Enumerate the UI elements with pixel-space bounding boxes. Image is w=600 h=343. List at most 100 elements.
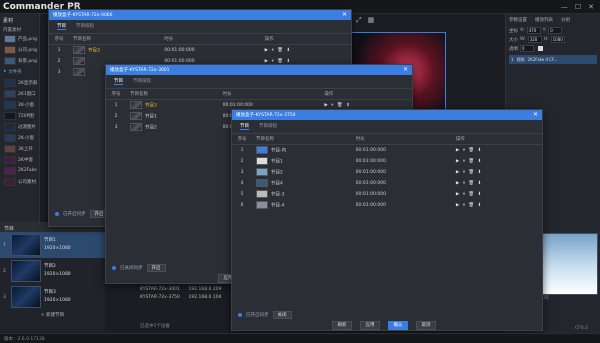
window-title-bar[interactable]: 播放盒子-KYSTAR-72x-3001 ✕: [106, 65, 412, 75]
tab-programs[interactable]: 节目: [114, 78, 123, 85]
thumbnail: [4, 155, 16, 164]
status-dot-icon: [112, 266, 116, 270]
window-title-bar[interactable]: 播放盒子-KYSTAR-72x-0066 ✕: [49, 10, 351, 20]
status-dot-icon: [55, 212, 59, 216]
status-bar: 版本：2.6.0.17138: [0, 333, 600, 343]
row-actions[interactable]: ▶ ⏸ 🗑 ⬇: [452, 145, 542, 156]
apply-button[interactable]: 应用: [360, 321, 380, 330]
thumbnail: [4, 45, 16, 54]
media-item[interactable]: 过渡图片: [0, 121, 39, 132]
thumbnail: [4, 177, 16, 186]
confirm-button[interactable]: 确认: [388, 321, 408, 330]
table-row[interactable]: 5 节目-3 00:01:00:000 ▶ ⏸ 🗑 ⬇: [232, 189, 542, 200]
media-panel-title: 素材: [3, 18, 14, 24]
maximize-icon[interactable]: ☐: [575, 3, 581, 11]
table-row[interactable]: 4 节目4 00:01:00:000 ▶ ⏸ 🗑 ⬇: [232, 178, 542, 189]
media-item[interactable]: 2K1窗口: [0, 88, 39, 99]
size-field: 大小 W: 320 H: 1080: [509, 36, 565, 43]
preview-caption: 25: [543, 296, 549, 301]
tab-schedule[interactable]: 节目排程: [76, 23, 94, 30]
thumbnail: [4, 56, 16, 65]
tab-params[interactable]: 参数设置: [509, 17, 527, 23]
device-row[interactable]: KYSTAR-72x-3750 192.168.0.104: [140, 294, 221, 302]
tab-schedule[interactable]: 节目排程: [133, 78, 151, 85]
media-item[interactable]: 产品.png: [0, 33, 39, 44]
close-icon[interactable]: ✕: [533, 112, 538, 118]
row-actions[interactable]: ▶ ⏸ 🗑 ⬇: [452, 167, 542, 178]
refresh-button[interactable]: 刷新: [332, 321, 352, 330]
table-row[interactable]: 1 节目3 00:01:00:000 ▶ ⏸ 🗑 ⬇: [49, 45, 351, 56]
program-thumbnail: [11, 260, 41, 282]
program-item[interactable]: 2 节目2 1920×1080: [0, 258, 105, 284]
thumbnail: [4, 78, 16, 87]
window-title-bar[interactable]: 播放盒子-KYSTAR-72x-3750 ✕: [232, 110, 542, 120]
output-preview: [540, 233, 598, 295]
table-row[interactable]: 6 节目-4 00:01:00:000 ▶ ⏸ 🗑 ⬇: [232, 200, 542, 211]
media-panel: 素材 内置素材 产品.png 公司.png 背景.png ▸ 文件夹 2K显示屏 …: [0, 14, 40, 222]
height-input[interactable]: 1080: [550, 36, 565, 43]
table-row[interactable]: 2节目100:01:00:000▶ ⏸ 🗑 ⬇: [232, 156, 542, 167]
opacity-input[interactable]: 0: [520, 45, 534, 52]
checkbox-icon[interactable]: [538, 46, 543, 51]
grid-icon[interactable]: ▦: [368, 16, 375, 25]
program-thumbnail: [11, 286, 41, 308]
device-list: KYSTAR-72x-3001 192.168.0.209 KYSTAR-72x…: [140, 286, 221, 302]
thumbnail: [4, 166, 16, 175]
window-tabs: 节目 节目排程: [106, 75, 412, 89]
thumbnail: [4, 34, 16, 43]
preview-caption-2: CF0.0: [575, 326, 588, 331]
tab-programs[interactable]: 节目: [57, 23, 66, 30]
media-item[interactable]: 720P图: [0, 110, 39, 121]
canvas-toolbar: ⤢ ▦: [356, 16, 374, 25]
media-item[interactable]: 2K中窗: [0, 154, 39, 165]
playlist-row[interactable]: 1 视频 2K2Fake II CF...: [509, 55, 597, 64]
thumbnail: [4, 111, 16, 120]
window-controls: — ☐ ✕: [561, 3, 594, 11]
row-actions[interactable]: ▶ ⏸ 🗑 ⬇: [452, 178, 542, 189]
thumbnail: [4, 122, 16, 131]
new-program-button[interactable]: + 新建节目: [0, 310, 105, 320]
row-actions[interactable]: ▶ ⏸ 🗑 ⬇: [452, 189, 542, 200]
media-item[interactable]: 2K显示屏: [0, 77, 39, 88]
properties-tabs: 参数设置 播放列表 分组: [506, 14, 600, 26]
media-item[interactable]: 2K-小窗: [0, 132, 39, 143]
sync-toggle-button[interactable]: 开启: [146, 264, 166, 272]
window-tabs: 节目 节目排程: [232, 120, 542, 134]
x-input[interactable]: 470: [526, 27, 541, 34]
row-actions[interactable]: ▶ ⏸ 🗑 ⬇: [452, 200, 542, 211]
media-item[interactable]: 背景.png: [0, 55, 39, 66]
program-item[interactable]: 3 节目3 1920×1080: [0, 284, 105, 310]
tab-programs[interactable]: 节目: [240, 123, 249, 130]
media-item[interactable]: 公司素材: [0, 176, 39, 187]
tab-playlist[interactable]: 播放列表: [535, 17, 553, 23]
device-row[interactable]: KYSTAR-72x-3001 192.168.0.209: [140, 286, 221, 294]
tab-schedule[interactable]: 节目排程: [259, 123, 277, 130]
media-item[interactable]: 2K-小窗: [0, 99, 39, 110]
media-item[interactable]: 2K2Fake: [0, 165, 39, 176]
cancel-button[interactable]: 取消: [416, 321, 436, 330]
status-dot-icon: [238, 313, 242, 317]
version-label: 版本：2.6.0.17138: [4, 337, 45, 342]
thumbnail: [4, 133, 16, 142]
media-item[interactable]: 公司.png: [0, 44, 39, 55]
minimize-icon[interactable]: —: [561, 3, 568, 11]
close-icon[interactable]: ✕: [342, 12, 347, 18]
program-item[interactable]: 1 节目1 1920×1080: [0, 232, 105, 258]
row-actions[interactable]: ▶ ⏸ 🗑 ⬇: [452, 156, 542, 167]
row-actions[interactable]: ▶ ⏸ 🗑 ⬇: [261, 45, 351, 56]
table-row[interactable]: 1 节目-内 00:01:00:000 ▶ ⏸ 🗑 ⬇: [232, 145, 542, 156]
table-row[interactable]: 3节目200:01:00:000▶ ⏸ 🗑 ⬇: [232, 167, 542, 178]
sync-status: 已开启同步 关闭: [232, 311, 298, 319]
close-icon[interactable]: ✕: [588, 3, 594, 11]
window-tabs: 节目 节目排程: [49, 20, 351, 34]
media-folder[interactable]: ▸ 文件夹: [0, 66, 39, 77]
thumbnail: [4, 89, 16, 98]
tab-group[interactable]: 分组: [561, 17, 570, 23]
thumbnail: [4, 100, 16, 109]
media-item[interactable]: 3K上升: [0, 143, 39, 154]
y-input[interactable]: 0: [548, 27, 563, 34]
width-input[interactable]: 320: [527, 36, 542, 43]
fit-icon[interactable]: ⤢: [356, 16, 362, 25]
sync-toggle-button[interactable]: 关闭: [272, 311, 292, 319]
close-icon[interactable]: ✕: [403, 67, 408, 73]
